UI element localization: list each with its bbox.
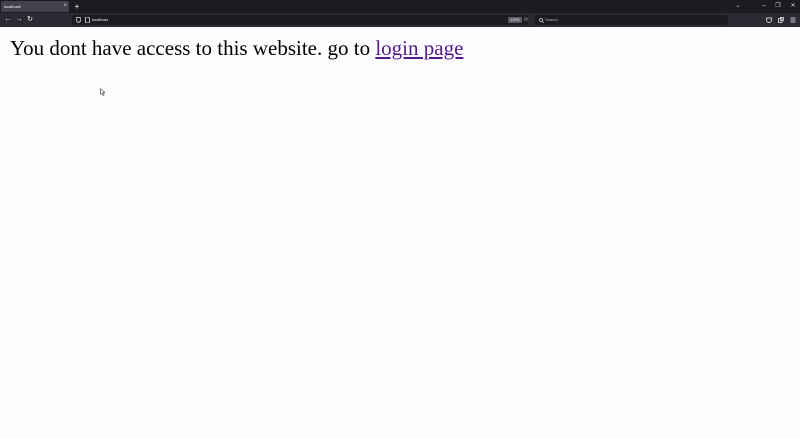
- tab-title: localhost/: [4, 4, 21, 9]
- pocket-icon[interactable]: [764, 13, 774, 27]
- bookmark-star-icon[interactable]: ☆: [522, 15, 530, 25]
- tab-localhost[interactable]: localhost/ ×: [1, 1, 69, 12]
- zoom-level-badge[interactable]: 133%: [508, 17, 522, 23]
- extensions-icon[interactable]: [776, 13, 786, 27]
- reload-button[interactable]: ↻: [25, 13, 35, 27]
- page-icon[interactable]: [83, 15, 91, 25]
- restore-button[interactable]: ❐: [771, 0, 785, 13]
- shield-icon[interactable]: [74, 15, 82, 25]
- minimize-button[interactable]: –: [757, 0, 771, 13]
- url-text[interactable]: localhost: [92, 15, 108, 25]
- url-bar[interactable]: localhost 133% ☆: [72, 15, 530, 25]
- access-denied-message: You dont have access to this website. go…: [10, 36, 463, 61]
- forward-button[interactable]: →: [14, 13, 24, 27]
- navigation-toolbar: ← → ↻ localhost 133% ☆ Search: [0, 13, 800, 27]
- close-tab-icon[interactable]: ×: [63, 1, 67, 12]
- login-page-link[interactable]: login page: [375, 36, 463, 60]
- close-window-button[interactable]: ✕: [786, 0, 800, 13]
- mouse-cursor-icon: [100, 88, 106, 96]
- message-text: You dont have access to this website. go…: [10, 36, 376, 60]
- back-button[interactable]: ←: [3, 13, 13, 27]
- search-input[interactable]: Search: [545, 15, 558, 25]
- search-bar[interactable]: Search: [535, 15, 728, 25]
- search-icon: [537, 15, 545, 25]
- new-tab-button[interactable]: +: [73, 0, 81, 13]
- list-tabs-icon[interactable]: ⌄: [731, 0, 745, 13]
- tab-strip: localhost/ × + ⌄ – ❐ ✕: [0, 0, 800, 13]
- menu-icon[interactable]: [788, 13, 798, 27]
